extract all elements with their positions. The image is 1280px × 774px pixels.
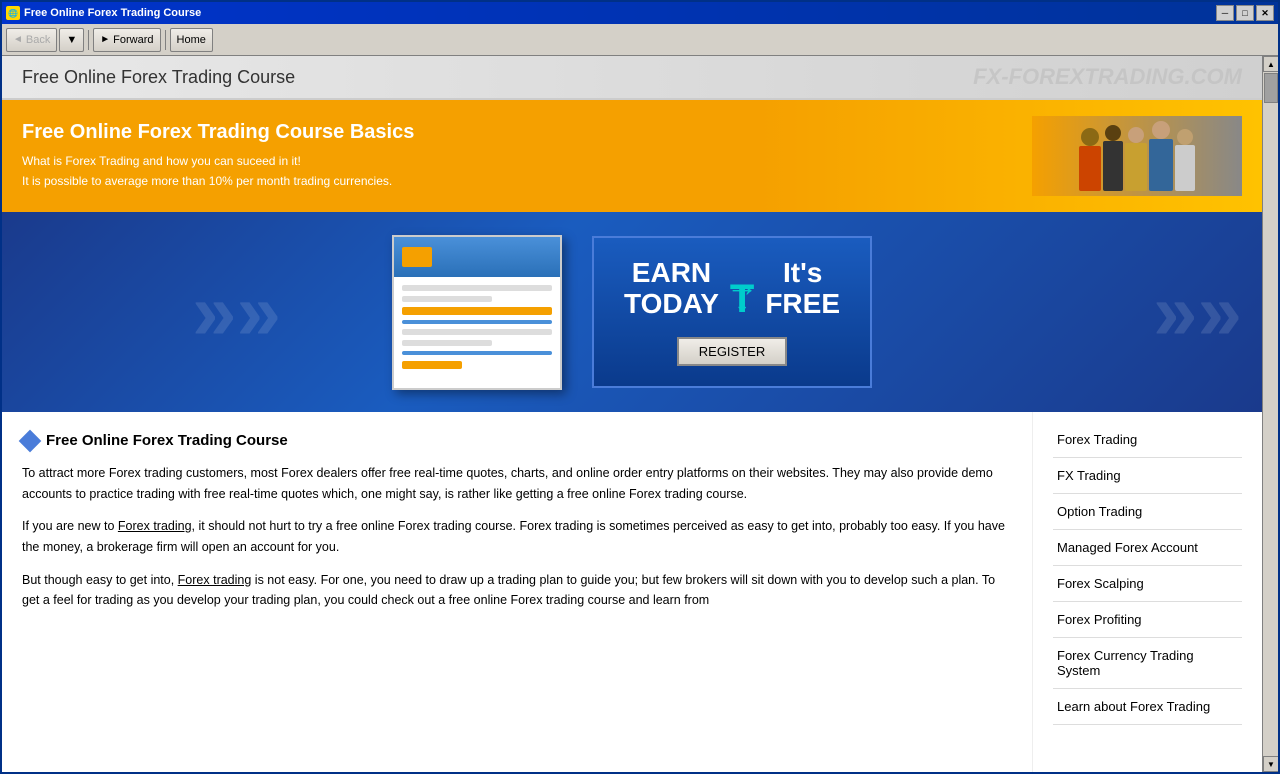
banner-text: Free Online Forex Trading Course Basics … — [22, 121, 414, 190]
article-heading: Free Online Forex Trading Course — [22, 432, 1012, 449]
product-line8 — [402, 361, 462, 369]
person2 — [1103, 125, 1123, 191]
window-icon: 🌐 — [6, 6, 20, 20]
people-group — [1079, 121, 1195, 191]
site-domain: FX-FOREXTRADING.COM — [973, 64, 1242, 90]
sidebar: Forex TradingFX TradingOption TradingMan… — [1032, 412, 1262, 772]
site-header: Free Online Forex Trading Course FX-FORE… — [2, 56, 1262, 100]
earn-today-text: EARN TODAY — [624, 258, 719, 320]
diamond-icon — [19, 429, 42, 452]
sidebar-link[interactable]: Managed Forex Account — [1053, 530, 1242, 566]
site-title: Free Online Forex Trading Course — [22, 67, 295, 88]
banner-line1: What is Forex Trading and how you can su… — [22, 152, 414, 171]
scroll-thumb[interactable] — [1264, 73, 1278, 103]
person3 — [1125, 127, 1147, 191]
its-label: It's — [765, 258, 840, 289]
main-content: Free Online Forex Trading Course To attr… — [2, 412, 1262, 772]
its-free-text: It's FREE — [765, 258, 840, 320]
banner-image — [1032, 116, 1242, 196]
register-button[interactable]: REGISTER — [677, 337, 787, 366]
left-arrow-decoration: »» — [192, 266, 281, 358]
product-line3 — [402, 307, 552, 315]
sidebar-link[interactable]: Forex Scalping — [1053, 566, 1242, 602]
t-icon: → T ↓ — [734, 259, 750, 319]
product-logo — [402, 247, 432, 267]
toolbar-separator — [88, 30, 89, 50]
product-line2 — [402, 296, 492, 302]
para3-before: But though easy to get into, — [22, 573, 178, 587]
product-box-content — [394, 277, 560, 382]
para2-before: If you are new to — [22, 519, 118, 533]
maximize-button[interactable]: □ — [1236, 5, 1254, 21]
window-controls: ─ □ ✕ — [1216, 5, 1274, 21]
sidebar-link[interactable]: Option Trading — [1053, 494, 1242, 530]
person5 — [1175, 129, 1195, 191]
back-arrow-icon: ◄ — [13, 34, 23, 45]
product-line6 — [402, 340, 492, 346]
toolbar: ◄ Back ▼ ► Forward Home — [2, 24, 1278, 56]
product-line1 — [402, 285, 552, 291]
product-box-header — [394, 237, 560, 277]
product-line4 — [402, 320, 552, 324]
today-label: TODAY — [624, 289, 719, 320]
down-arrow-icon: ▼ — [66, 34, 77, 46]
right-arrow-decoration: »» — [1153, 266, 1242, 358]
toolbar-separator2 — [165, 30, 166, 50]
sidebar-link[interactable]: Forex Profiting — [1053, 602, 1242, 638]
minimize-button[interactable]: ─ — [1216, 5, 1234, 21]
banner-line2: It is possible to average more than 10% … — [22, 172, 414, 191]
close-button[interactable]: ✕ — [1256, 5, 1274, 21]
earn-box-top: EARN TODAY → T ↓ — [624, 258, 840, 320]
back-button[interactable]: ◄ Back — [6, 28, 57, 52]
window-title: Free Online Forex Trading Course — [24, 7, 201, 19]
forward-arrow-icon: ► — [100, 34, 110, 45]
article-para2: If you are new to Forex trading, it shou… — [22, 516, 1012, 557]
page: Free Online Forex Trading Course FX-FORE… — [2, 56, 1262, 772]
earn-today-box: EARN TODAY → T ↓ — [592, 236, 872, 389]
product-line7 — [402, 351, 552, 355]
down-teal-arrow: ↓ — [734, 282, 750, 319]
article-para1: To attract more Forex trading customers,… — [22, 463, 1012, 504]
product-box — [392, 235, 562, 390]
free-label: FREE — [765, 289, 840, 320]
browser-content: Free Online Forex Trading Course FX-FORE… — [2, 56, 1278, 772]
product-line5 — [402, 329, 552, 335]
orange-banner: Free Online Forex Trading Course Basics … — [2, 100, 1262, 212]
earn-label: EARN — [624, 258, 719, 289]
vertical-arrow: ↓ — [734, 282, 750, 319]
article-para3: But though easy to get into, Forex tradi… — [22, 570, 1012, 611]
forex-trading-link2[interactable]: Forex trading — [178, 573, 252, 587]
sidebar-link[interactable]: Forex Currency Trading System — [1053, 638, 1242, 689]
forex-trading-link1[interactable]: Forex trading — [118, 519, 192, 533]
blue-section: »» »» — [2, 212, 1262, 412]
scroll-down-button[interactable]: ▼ — [59, 28, 84, 52]
title-bar: 🌐 Free Online Forex Trading Course ─ □ ✕ — [2, 2, 1278, 24]
scroll-down-btn[interactable]: ▼ — [1263, 756, 1278, 772]
scroll-up-button[interactable]: ▲ — [1263, 56, 1278, 72]
forward-button[interactable]: ► Forward — [93, 28, 160, 52]
person4 — [1149, 121, 1173, 191]
home-button[interactable]: Home — [170, 28, 213, 52]
banner-heading: Free Online Forex Trading Course Basics — [22, 121, 414, 144]
sidebar-link[interactable]: FX Trading — [1053, 458, 1242, 494]
sidebar-link[interactable]: Learn about Forex Trading — [1053, 689, 1242, 725]
scroll-track — [1263, 72, 1278, 756]
article: Free Online Forex Trading Course To attr… — [2, 412, 1032, 772]
article-title: Free Online Forex Trading Course — [46, 432, 288, 449]
sidebar-link[interactable]: Forex Trading — [1053, 422, 1242, 458]
person1 — [1079, 128, 1101, 191]
scrollbar: ▲ ▼ — [1262, 56, 1278, 772]
